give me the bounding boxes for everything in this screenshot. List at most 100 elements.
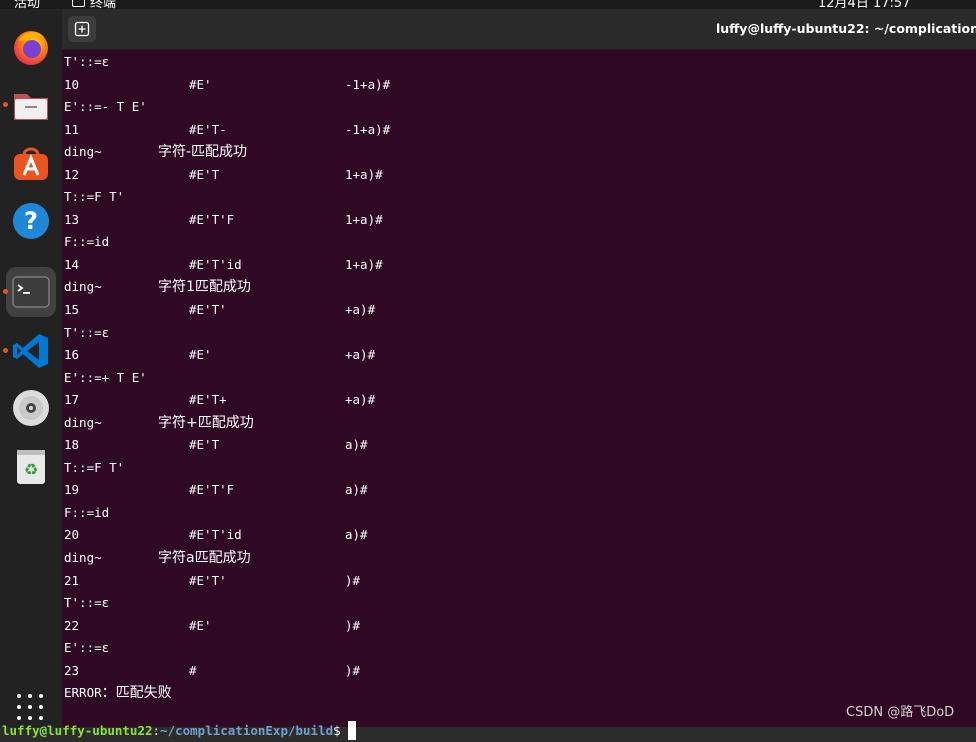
prompt-dollar: $ xyxy=(333,723,341,738)
terminal-titlebar[interactable]: luffy@luffy-ubuntu22: ~/complicationExp/ xyxy=(62,9,976,50)
terminal-icon xyxy=(12,276,50,308)
remaining-input: 1+a)# xyxy=(345,166,383,182)
output-line: F::=id xyxy=(64,502,964,525)
grammar-rule: T'::=ε xyxy=(64,54,110,69)
prompt-path: ~/complicationExp/build xyxy=(160,723,334,738)
output-line: E'::=- T E' xyxy=(64,96,964,119)
step-number: 23 xyxy=(64,662,80,678)
dock: ? ♻ xyxy=(0,9,62,727)
output-line: F::=id xyxy=(64,231,964,254)
match-message: 字符a匹配成功 xyxy=(158,550,251,567)
output-line: 17 #E'T+ +a)# xyxy=(64,389,964,412)
remaining-input: -1+a)# xyxy=(345,121,391,137)
remaining-input: -1+a)# xyxy=(345,76,391,92)
remaining-input: +a)# xyxy=(345,392,376,408)
vscode-icon xyxy=(13,334,48,368)
running-indicator xyxy=(3,102,8,107)
step-number: 13 xyxy=(64,211,80,227)
remaining-input: 1+a)# xyxy=(345,256,383,272)
terminal-window[interactable]: luffy@luffy-ubuntu22: ~/complicationExp/… xyxy=(62,9,976,727)
analysis-stack: #E'T'F xyxy=(189,482,235,498)
dock-item-app-center[interactable] xyxy=(6,138,56,188)
output-line: T'::=ε xyxy=(64,51,964,74)
analysis-stack: #E'T'F xyxy=(189,211,235,227)
match-tag: ding~ xyxy=(64,414,102,430)
step-number: 12 xyxy=(64,166,80,182)
analysis-stack: #E'T- xyxy=(189,121,227,137)
dock-item-help[interactable]: ? xyxy=(6,196,56,246)
help-icon: ? xyxy=(13,203,49,239)
match-message: 字符-匹配成功 xyxy=(158,144,248,161)
output-line: 10 #E' -1+a)# xyxy=(64,74,964,97)
app-center-icon xyxy=(14,147,48,180)
output-line: T'::=ε xyxy=(64,592,964,615)
remaining-input: a)# xyxy=(345,482,368,498)
app-menu[interactable]: 终端 xyxy=(72,0,116,9)
dock-item-disc[interactable] xyxy=(6,383,56,433)
output-line: 22 #E' )# xyxy=(64,615,964,638)
analysis-stack: #E'T'id xyxy=(189,527,242,543)
dock-item-trash[interactable]: ♻ xyxy=(6,441,56,491)
grammar-rule: E'::=+ T E' xyxy=(64,369,147,385)
output-line: T::=F T' xyxy=(64,457,964,480)
analysis-stack: #E' xyxy=(189,347,212,363)
window-title: luffy@luffy-ubuntu22: ~/complicationExp/ xyxy=(716,21,976,36)
step-number: 14 xyxy=(64,256,80,272)
disc-icon xyxy=(13,390,49,426)
firefox-icon xyxy=(14,31,48,65)
output-line: 23 # )# xyxy=(64,660,964,683)
analysis-stack: #E'T xyxy=(189,437,220,453)
svg-text:♻: ♻ xyxy=(24,460,38,479)
analysis-stack: #E'T'id xyxy=(189,256,242,272)
analysis-stack: #E'T' xyxy=(189,302,227,318)
step-number: 18 xyxy=(64,437,80,453)
output-line: T::=F T' xyxy=(64,186,964,209)
match-tag: ding~ xyxy=(64,144,102,160)
grammar-rule: E'::=ε xyxy=(64,640,110,656)
app-name: 终端 xyxy=(90,0,117,9)
output-line: 18 #E'T a)# xyxy=(64,434,964,457)
output-line: 13 #E'T'F 1+a)# xyxy=(64,209,964,232)
clock[interactable]: 12月4日 17:57 xyxy=(818,0,910,9)
dock-item-firefox[interactable] xyxy=(6,22,56,72)
output-line: ding~ 字符1匹配成功 xyxy=(64,276,964,299)
trash-icon: ♻ xyxy=(17,450,45,484)
step-number: 17 xyxy=(64,392,80,408)
new-tab-icon xyxy=(74,21,90,37)
text-cursor xyxy=(347,721,356,740)
remaining-input: )# xyxy=(345,662,361,678)
output-line: 16 #E' +a)# xyxy=(64,344,964,367)
match-message: 字符+匹配成功 xyxy=(158,414,254,431)
terminal-output[interactable]: T'::=ε 10 #E' -1+a)# E'::=- T E' 11 #E'T- -1+a)… xyxy=(64,51,964,705)
dock-item-vscode[interactable] xyxy=(3,326,56,376)
prompt-user-host: luffy@luffy-ubuntu22 xyxy=(2,723,153,738)
step-number: 11 xyxy=(64,121,80,137)
step-number: 19 xyxy=(64,482,80,498)
step-number: 22 xyxy=(64,617,80,633)
analysis-stack: #E' xyxy=(189,617,212,633)
output-line: 21 #E'T')# xyxy=(64,570,964,593)
dock-item-terminal[interactable] xyxy=(3,267,56,317)
analysis-stack: # xyxy=(189,662,197,678)
svg-text:?: ? xyxy=(24,207,38,235)
grammar-rule: T'::=ε xyxy=(64,324,110,340)
shell-prompt[interactable]: luffy@luffy-ubuntu22:~/complicationExp/b… xyxy=(2,698,356,740)
remaining-input: )# xyxy=(345,617,361,633)
step-number: 10 xyxy=(64,76,80,92)
output-line: 12 #E'T 1+a)# xyxy=(64,164,964,187)
top-bar: 活动 终端 12月4日 17:57 xyxy=(0,0,976,9)
new-tab-button[interactable] xyxy=(68,16,96,42)
grammar-rule: T'::=ε xyxy=(64,595,110,611)
step-number: 20 xyxy=(64,527,80,543)
prompt-colon: : xyxy=(152,723,161,738)
analysis-stack: #E'T xyxy=(189,166,220,182)
activities-button[interactable]: 活动 xyxy=(14,0,40,9)
output-line: ding~ 字符a匹配成功 xyxy=(64,547,964,570)
output-line: T'::=ε xyxy=(64,322,964,345)
running-indicator xyxy=(3,289,8,294)
analysis-stack: #E'T' xyxy=(189,572,227,588)
analysis-stack: #E' xyxy=(189,76,212,92)
step-number: 21 xyxy=(64,572,80,588)
dock-item-files[interactable] xyxy=(3,80,56,130)
remaining-input: +a)# xyxy=(345,347,376,363)
